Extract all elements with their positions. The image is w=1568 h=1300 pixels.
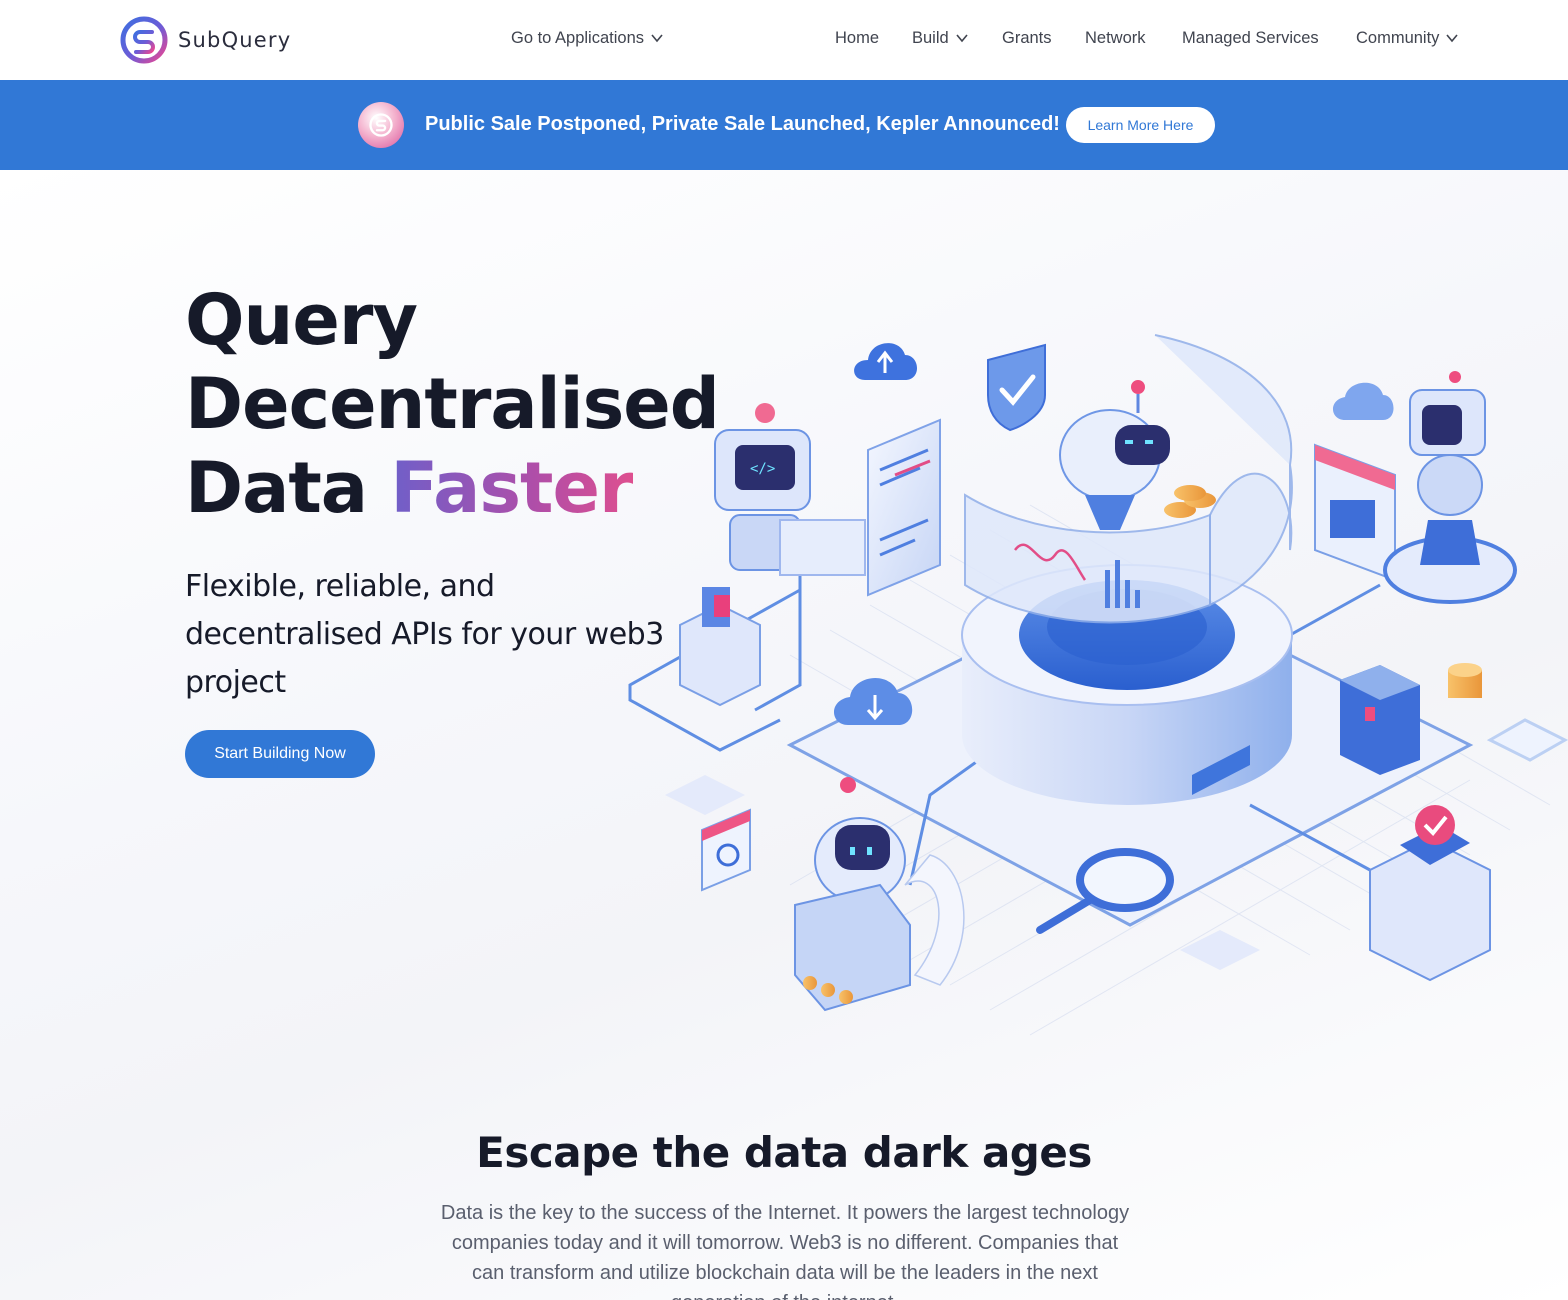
nav-community-label: Community	[1356, 29, 1440, 47]
hero-title-faster: Faster	[390, 447, 633, 529]
nav-managed-services[interactable]: Managed Services	[1182, 29, 1319, 48]
start-building-button[interactable]: Start Building Now	[185, 730, 375, 778]
nav-home[interactable]: Home	[835, 29, 879, 48]
search-window-icon	[701, 808, 751, 892]
subquery-token-icon	[358, 102, 404, 148]
chevron-down-icon	[956, 33, 968, 42]
nav-grants[interactable]: Grants	[1002, 29, 1052, 48]
cloud-icon	[1332, 382, 1394, 420]
server-right	[1369, 805, 1491, 982]
nav-network[interactable]: Network	[1085, 29, 1146, 48]
hero-illustration: </>	[628, 334, 1568, 1036]
floating-tile	[1180, 930, 1260, 970]
nav-managed-services-label: Managed Services	[1182, 29, 1319, 47]
nav-grants-label: Grants	[1002, 29, 1052, 47]
nav-home-label: Home	[835, 29, 880, 47]
section-body: Data is the key to the success of the In…	[440, 1202, 1130, 1300]
code-panel	[867, 418, 941, 597]
go-to-applications-label: Go to Applications	[511, 29, 644, 47]
robot-left: </>	[714, 403, 866, 576]
learn-more-button[interactable]: Learn More Here	[1066, 107, 1215, 143]
coins-right	[1448, 663, 1482, 698]
nav-build[interactable]: Build	[912, 29, 969, 48]
profile-window	[1314, 443, 1396, 582]
hero-title-data: Data	[185, 447, 391, 529]
banner-text: Public Sale Postponed, Private Sale Laun…	[425, 113, 1060, 135]
subquery-logo-icon	[120, 16, 168, 64]
section-title: Escape the data dark ages	[476, 1128, 1092, 1177]
floating-tile	[665, 775, 745, 815]
cloud-upload-icon	[854, 343, 918, 380]
shield-icon	[987, 343, 1046, 432]
nav-build-label: Build	[912, 29, 949, 47]
cloud-download-icon	[834, 677, 913, 725]
go-to-applications-menu[interactable]: Go to Applications	[511, 29, 664, 48]
floating-tile	[1486, 718, 1568, 762]
subquery-logo[interactable]: SubQuery	[120, 15, 291, 65]
robot-center	[1059, 380, 1170, 530]
robot-right	[1383, 371, 1517, 604]
nav-network-label: Network	[1085, 29, 1146, 47]
brand-name: SubQuery	[178, 28, 292, 52]
chevron-down-icon	[1446, 33, 1459, 42]
top-nav: SubQuery Go to Applications Home Build G…	[0, 0, 1568, 80]
briefcase-icon	[1340, 665, 1420, 775]
announcement-banner: Public Sale Postponed, Private Sale Laun…	[0, 80, 1568, 170]
server-left	[679, 587, 761, 707]
coins-center	[1164, 485, 1216, 518]
chevron-down-icon	[651, 33, 663, 42]
svg-text:</>: </>	[750, 461, 775, 477]
nav-community[interactable]: Community	[1356, 29, 1459, 48]
